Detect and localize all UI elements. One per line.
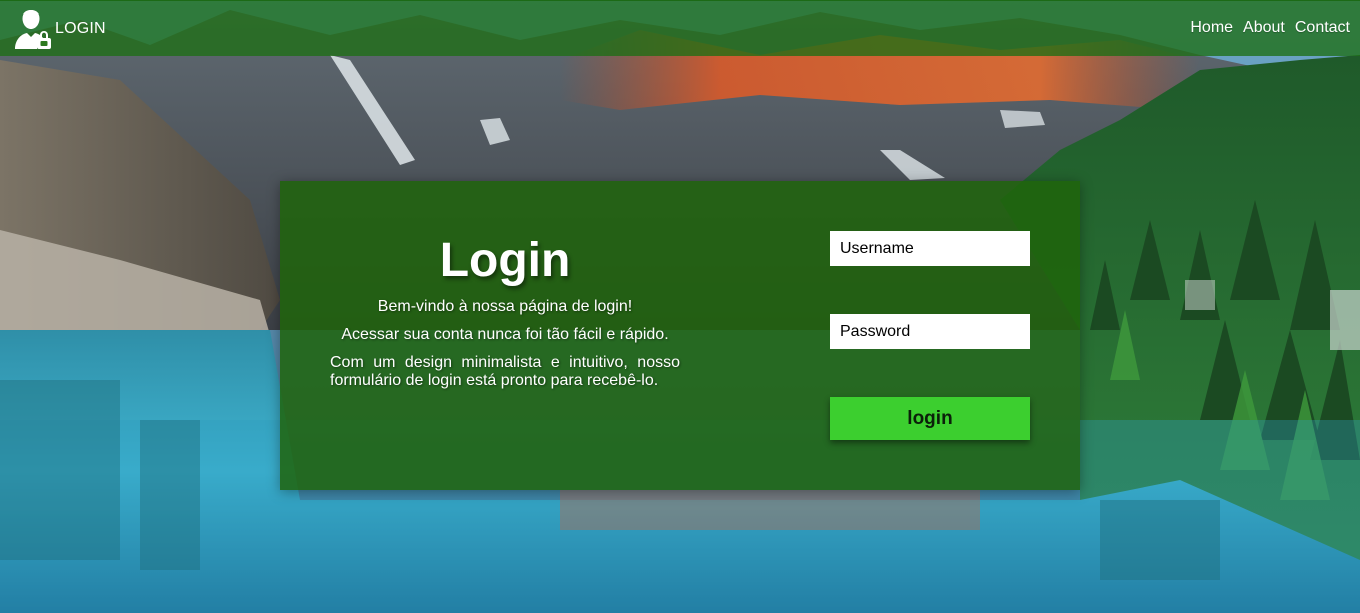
- login-title: Login: [439, 234, 571, 287]
- brand-label: LOGIN: [55, 20, 106, 37]
- username-input[interactable]: [830, 231, 1030, 266]
- nav-links: Home About Contact: [1180, 19, 1350, 37]
- password-input[interactable]: [830, 314, 1030, 349]
- welcome-text-1: Bem-vindo à nossa página de login!: [377, 298, 633, 315]
- login-card: Login Bem-vindo à nossa página de login!…: [280, 181, 1080, 490]
- brand[interactable]: LOGIN: [12, 8, 106, 50]
- welcome-text-3: Com um design minimalista e intuitivo, n…: [330, 354, 680, 389]
- welcome-text-2: Acessar sua conta nunca foi tão fácil e …: [341, 326, 669, 343]
- nav-link-home[interactable]: Home: [1190, 19, 1233, 37]
- login-page: LOGIN Home About Contact Login Bem-vindo…: [0, 0, 1360, 613]
- nav-link-contact[interactable]: Contact: [1295, 19, 1350, 37]
- nav-link-about[interactable]: About: [1243, 19, 1285, 37]
- top-navbar: LOGIN Home About Contact: [0, 0, 1360, 56]
- login-button[interactable]: login: [830, 397, 1030, 440]
- user-lock-icon: [15, 10, 51, 49]
